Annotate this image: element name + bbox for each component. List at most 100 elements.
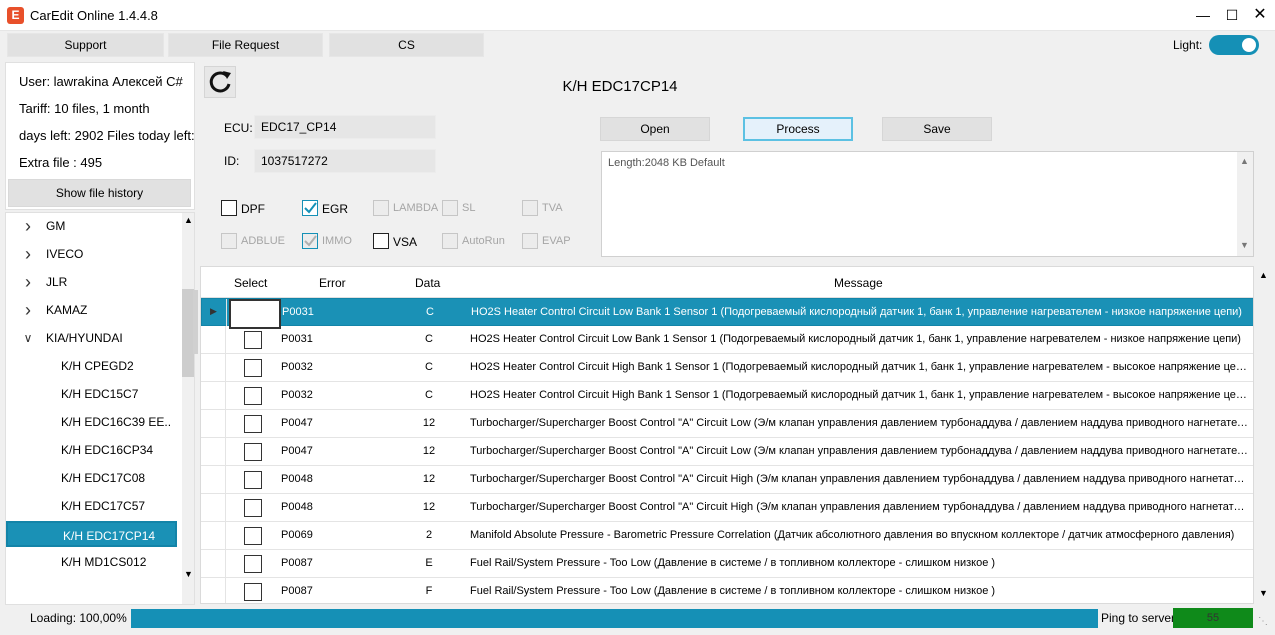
row-selector[interactable] bbox=[201, 494, 226, 521]
scroll-down-icon[interactable]: ▼ bbox=[1240, 240, 1249, 250]
row-select-checkbox[interactable] bbox=[244, 415, 262, 433]
option-checkbox[interactable] bbox=[302, 200, 318, 216]
maximize-button[interactable]: ☐ bbox=[1217, 4, 1247, 26]
row-selector[interactable] bbox=[201, 438, 226, 465]
refresh-button[interactable] bbox=[204, 66, 236, 98]
error-grid[interactable]: Select Error Data Message ▶ P0031 C HO2S He… bbox=[200, 266, 1254, 604]
light-toggle[interactable] bbox=[1209, 35, 1259, 55]
minimize-button[interactable]: — bbox=[1188, 4, 1218, 26]
option-checkbox[interactable] bbox=[221, 233, 237, 249]
error-code: P0048 bbox=[281, 501, 313, 513]
row-select-checkbox[interactable] bbox=[244, 331, 262, 349]
tree-group[interactable]: › KAMAZ bbox=[6, 297, 178, 323]
table-row[interactable]: P0047 12 Turbocharger/Supercharger Boost C… bbox=[201, 438, 1253, 466]
row-select-checkbox[interactable] bbox=[244, 471, 262, 489]
tree-group[interactable]: › IVECO bbox=[6, 241, 178, 267]
scroll-down-icon[interactable]: ▼ bbox=[184, 569, 193, 579]
option-checkbox[interactable] bbox=[442, 200, 458, 216]
chevron-right-icon[interactable]: › bbox=[22, 213, 34, 239]
table-row[interactable]: ▶ P0031 C HO2S Heater Control Circuit Low B… bbox=[201, 298, 1253, 329]
row-selector[interactable] bbox=[201, 382, 226, 409]
process-button[interactable]: Process bbox=[743, 117, 853, 141]
show-file-history-button[interactable]: Show file history bbox=[8, 179, 191, 207]
column-header-message[interactable]: Message bbox=[834, 276, 883, 290]
error-code: P0031 bbox=[281, 333, 313, 345]
row-selector[interactable] bbox=[201, 410, 226, 437]
chevron-right-icon[interactable]: › bbox=[22, 241, 34, 267]
chevron-right-icon[interactable]: › bbox=[22, 297, 34, 323]
panel-splitter[interactable] bbox=[193, 290, 198, 354]
table-row[interactable]: P0087 F Fuel Rail/System Pressure - Too Lo… bbox=[201, 578, 1253, 603]
save-button[interactable]: Save bbox=[882, 117, 992, 141]
option-checkbox[interactable] bbox=[302, 233, 318, 249]
light-label: Light: bbox=[1173, 38, 1203, 52]
tree-group[interactable]: ∨ KIA/HYUNDAI bbox=[6, 325, 178, 351]
row-selector[interactable] bbox=[201, 550, 226, 577]
tree-item[interactable]: K/H EDC15C7 bbox=[6, 381, 178, 407]
row-selector[interactable] bbox=[201, 522, 226, 549]
grid-scrollbar[interactable]: ▲ ▼ bbox=[1255, 266, 1271, 604]
table-row[interactable]: P0048 12 Turbocharger/Supercharger Boost C… bbox=[201, 494, 1253, 522]
chevron-right-icon[interactable]: › bbox=[22, 269, 34, 295]
tree-item[interactable]: K/H EDC17CP14 bbox=[6, 521, 177, 547]
scroll-up-icon[interactable]: ▲ bbox=[1240, 156, 1249, 166]
tree-item[interactable]: K/H CPEGD2 bbox=[6, 353, 178, 379]
column-header-data[interactable]: Data bbox=[415, 276, 440, 290]
option-checkbox[interactable] bbox=[522, 233, 538, 249]
support-button[interactable]: Support bbox=[7, 33, 164, 57]
close-button[interactable]: ✕ bbox=[1245, 4, 1275, 26]
option-checkbox[interactable] bbox=[442, 233, 458, 249]
cs-button[interactable]: CS bbox=[329, 33, 484, 57]
row-selector[interactable] bbox=[201, 466, 226, 493]
table-row[interactable]: P0032 C HO2S Heater Control Circuit High B… bbox=[201, 354, 1253, 382]
tree-item[interactable]: K/H EDC16CP34 bbox=[6, 437, 178, 463]
scroll-up-icon[interactable]: ▲ bbox=[184, 215, 193, 225]
tree-item[interactable]: K/H EDC17C08 bbox=[6, 465, 178, 491]
scroll-down-icon[interactable]: ▼ bbox=[1259, 588, 1268, 598]
table-row[interactable]: P0048 12 Turbocharger/Supercharger Boost C… bbox=[201, 466, 1253, 494]
row-select-checkbox[interactable] bbox=[244, 555, 262, 573]
row-select-checkbox[interactable] bbox=[244, 359, 262, 377]
option-checkbox[interactable] bbox=[522, 200, 538, 216]
tree-group[interactable]: › JLR bbox=[6, 269, 178, 295]
table-row[interactable]: P0087 E Fuel Rail/System Pressure - Too Lo… bbox=[201, 550, 1253, 578]
column-header-error[interactable]: Error bbox=[319, 276, 346, 290]
scroll-up-icon[interactable]: ▲ bbox=[1259, 270, 1268, 280]
table-row[interactable]: P0069 2 Manifold Absolute Pressure - Barom… bbox=[201, 522, 1253, 550]
row-selector[interactable]: ▶ bbox=[202, 299, 227, 326]
chevron-down-icon[interactable]: ∨ bbox=[22, 325, 34, 351]
row-select-checkbox[interactable] bbox=[244, 387, 262, 405]
tree-scrollbar[interactable]: ▲ ▼ bbox=[182, 213, 194, 604]
table-row[interactable]: P0031 C HO2S Heater Control Circuit Low Ba… bbox=[201, 326, 1253, 354]
log-textbox[interactable]: Length:2048 KB Default ▲ ▼ bbox=[601, 151, 1254, 257]
ecu-title: K/H EDC17CP14 bbox=[562, 78, 678, 95]
id-field[interactable]: 1037517272 bbox=[254, 149, 436, 173]
option-label: EGR bbox=[322, 202, 349, 216]
file-request-button[interactable]: File Request bbox=[168, 33, 323, 57]
option-checkbox[interactable] bbox=[373, 233, 389, 249]
table-row[interactable]: P0047 12 Turbocharger/Supercharger Boost C… bbox=[201, 410, 1253, 438]
tree-item[interactable]: K/H EDC16C39 EE.. bbox=[6, 409, 178, 435]
log-scrollbar[interactable]: ▲ ▼ bbox=[1237, 152, 1253, 256]
tree-item[interactable]: K/H MD1CS012 bbox=[6, 549, 178, 575]
option-checkbox[interactable] bbox=[373, 200, 389, 216]
tree-group[interactable]: › GM bbox=[6, 213, 178, 239]
resize-grip-icon[interactable]: ⋱ bbox=[1258, 616, 1268, 627]
ecu-field[interactable]: EDC17_CP14 bbox=[254, 115, 436, 139]
row-selector[interactable] bbox=[201, 578, 226, 603]
option-label: SL bbox=[462, 202, 476, 214]
loading-progress-bar bbox=[131, 609, 1098, 628]
row-select-checkbox[interactable] bbox=[244, 443, 262, 461]
column-header-select[interactable]: Select bbox=[234, 276, 267, 290]
row-selector[interactable] bbox=[201, 354, 226, 381]
ecu-tree[interactable]: › GM › IVECO › JLR › KAMAZ ∨ KIA/HYUNDAI K/H CPEGD… bbox=[5, 212, 195, 605]
row-selector[interactable] bbox=[201, 326, 226, 353]
option-checkbox[interactable] bbox=[221, 200, 237, 216]
row-select-checkbox[interactable] bbox=[244, 499, 262, 517]
tree-item[interactable]: K/H EDC17C57 bbox=[6, 493, 178, 519]
open-button[interactable]: Open bbox=[600, 117, 710, 141]
row-select-checkbox[interactable] bbox=[244, 583, 262, 601]
table-row[interactable]: P0032 C HO2S Heater Control Circuit High B… bbox=[201, 382, 1253, 410]
row-select-checkbox[interactable] bbox=[244, 527, 262, 545]
row-select-checkbox[interactable] bbox=[245, 304, 263, 322]
